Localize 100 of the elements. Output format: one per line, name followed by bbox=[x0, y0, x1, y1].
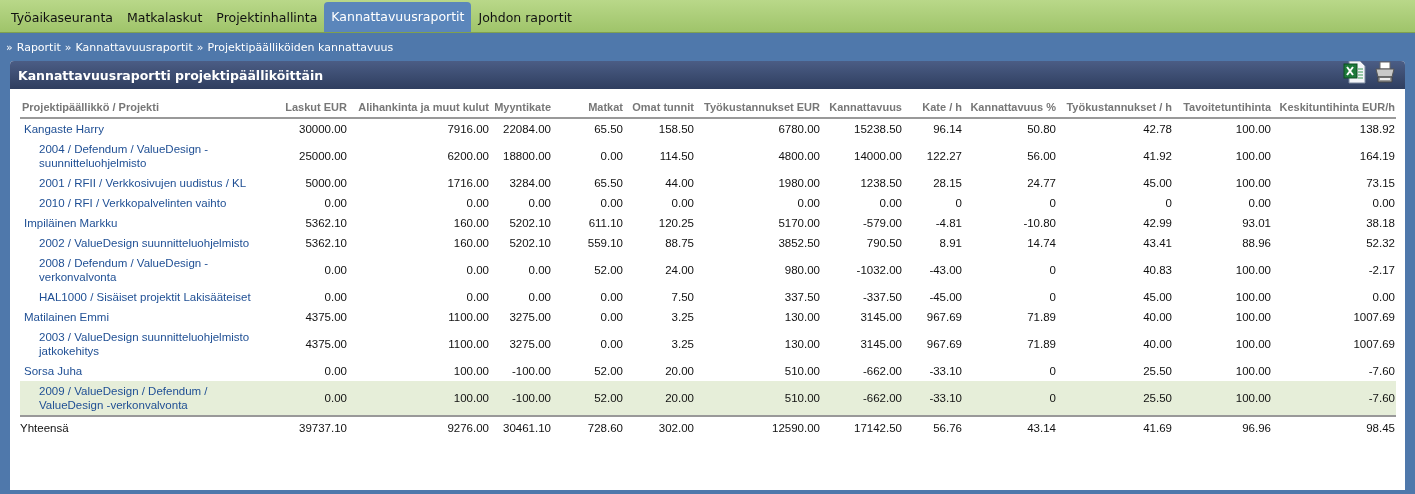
table-cell-text: -2.17 bbox=[1367, 263, 1396, 278]
table-cell-text: 88.75 bbox=[664, 236, 695, 251]
table-cell: 22084.00 bbox=[490, 118, 552, 139]
table-cell: -33.10 bbox=[903, 361, 963, 381]
table-cell: -662.00 bbox=[821, 361, 903, 381]
manager-link[interactable]: Matilainen Emmi bbox=[20, 307, 275, 327]
table-cell-text: 14000.00 bbox=[853, 149, 903, 164]
table-cell-text: 5362.10 bbox=[304, 236, 348, 251]
table-cell-text: 0.00 bbox=[1371, 196, 1396, 211]
breadcrumb-separator: » bbox=[196, 41, 204, 54]
table-cell-text: 4375.00 bbox=[304, 310, 348, 325]
table-cell: 0 bbox=[963, 381, 1057, 416]
table-cell-text: 0.00 bbox=[465, 196, 490, 211]
table-cell: 50.80 bbox=[963, 118, 1057, 139]
breadcrumb-link[interactable]: Raportit bbox=[16, 41, 61, 54]
project-link[interactable]: 2003 / ValueDesign suunnitteluohjelmisto jatkokehitys bbox=[20, 327, 275, 361]
table-cell-text: 1716.00 bbox=[446, 176, 490, 191]
table-cell-text: 40.83 bbox=[1142, 263, 1173, 278]
table-cell-text: 0.00 bbox=[527, 290, 552, 305]
table-cell: 0.00 bbox=[275, 361, 348, 381]
table-cell-text: -45.00 bbox=[928, 290, 963, 305]
table-row[interactable]: Impiläinen Markku 5362.10 160.00 5202.10 611.10 120.25 5170.00 -579.00 -4.81 -10.80 42.99 93.01 38.18 bbox=[20, 213, 1396, 233]
table-cell-text: 5000.00 bbox=[304, 176, 348, 191]
printer-icon[interactable] bbox=[1373, 61, 1397, 84]
table-cell-text: 559.10 bbox=[586, 236, 624, 251]
table-cell-text: 967.69 bbox=[925, 310, 963, 325]
excel-icon[interactable] bbox=[1343, 61, 1367, 84]
project-link[interactable]: HAL1000 / Sisäiset projektit Lakisääteiset bbox=[20, 287, 275, 307]
table-row[interactable]: Matilainen Emmi 4375.00 1100.00 3275.00 0.00 3.25 130.00 3145.00 967.69 71.89 40.00 100.00 1007.69 bbox=[20, 307, 1396, 327]
project-link[interactable]: 2010 / RFI / Verkkopalvelinten vaihto bbox=[20, 193, 275, 213]
table-row[interactable]: 2003 / ValueDesign suunnitteluohjelmisto jatkokehitys 4375.00 1100.00 3275.00 0.00 3.25 130.00 3145.00 967.69 71.89 40.00 100.00 1007.69 bbox=[20, 327, 1396, 361]
column-header: Kannattavuus % bbox=[963, 97, 1057, 118]
table-cell-text: 790.50 bbox=[865, 236, 903, 251]
table-cell-text: 3.25 bbox=[670, 310, 695, 325]
nav-tab[interactable]: Matkalaskut bbox=[119, 4, 210, 32]
table-row[interactable]: 2008 / Defendum / ValueDesign -verkonvalvonta 0.00 0.00 0.00 52.00 24.00 980.00 -1032.00 -43.00 0 40.83 100.00 -2.17 bbox=[20, 253, 1396, 287]
column-header: Kate / h bbox=[903, 97, 963, 118]
table-row[interactable]: 2010 / RFI / Verkkopalvelinten vaihto 0.00 0.00 0.00 0.00 0.00 0.00 0.00 0 0 0 0.00 0.00 bbox=[20, 193, 1396, 213]
table-cell-text: 25000.00 bbox=[298, 149, 348, 164]
table-cell: 0 bbox=[963, 361, 1057, 381]
table-cell-text: -10.80 bbox=[1022, 216, 1057, 231]
table-row[interactable]: 2004 / Defendum / ValueDesign -suunnitteluohjelmisto 25000.00 6200.00 18800.00 0.00 114.50 4800.00 14000.00 122.27 56.00 41.92 100.00 164.19 bbox=[20, 139, 1396, 173]
manager-link[interactable]: Kangaste Harry bbox=[20, 118, 275, 139]
table-cell: 138.92 bbox=[1272, 118, 1396, 139]
table-cell-text: 0.00 bbox=[670, 196, 695, 211]
table-cell-text: 7.50 bbox=[670, 290, 695, 305]
table-row[interactable]: Sorsa Juha 0.00 100.00 -100.00 52.00 20.00 510.00 -662.00 -33.10 0 25.50 100.00 -7.60 bbox=[20, 361, 1396, 381]
table-cell-text: 0.00 bbox=[796, 196, 821, 211]
table-cell: 20.00 bbox=[624, 381, 695, 416]
manager-link[interactable]: Sorsa Juha bbox=[20, 361, 275, 381]
table-cell: 52.00 bbox=[552, 381, 624, 416]
table-cell-text: 100.00 bbox=[1234, 290, 1272, 305]
column-header: Kannattavuus bbox=[821, 97, 903, 118]
column-header: Matkat bbox=[552, 97, 624, 118]
total-cell: 98.45 bbox=[1272, 416, 1396, 438]
table-cell: 100.00 bbox=[1173, 361, 1272, 381]
table-cell-text: 0.00 bbox=[599, 196, 624, 211]
project-link[interactable]: 2009 / ValueDesign / Defendum / ValueDesign -verkonvalvonta bbox=[20, 381, 275, 416]
project-link[interactable]: 2004 / Defendum / ValueDesign -suunnitteluohjelmisto bbox=[20, 139, 275, 173]
table-cell-text: 71.89 bbox=[1026, 310, 1057, 325]
column-header: Keskituntihinta EUR/h bbox=[1272, 97, 1396, 118]
table-cell-text: 0.00 bbox=[465, 290, 490, 305]
total-cell: 12590.00 bbox=[695, 416, 821, 438]
table-cell-text: 73.15 bbox=[1365, 176, 1396, 191]
total-cell: 9276.00 bbox=[348, 416, 490, 438]
table-row[interactable]: Kangaste Harry 30000.00 7916.00 22084.00 65.50 158.50 6780.00 15238.50 96.14 50.80 42.78 100.00 138.92 bbox=[20, 118, 1396, 139]
table-row[interactable]: HAL1000 / Sisäiset projektit Lakisääteiset 0.00 0.00 0.00 0.00 7.50 337.50 -337.50 -45.00 0 45.00 100.00 0.00 bbox=[20, 287, 1396, 307]
project-link[interactable]: 2008 / Defendum / ValueDesign -verkonvalvonta bbox=[20, 253, 275, 287]
table-cell: 65.50 bbox=[552, 118, 624, 139]
table-cell-text: 3.25 bbox=[670, 337, 695, 352]
breadcrumb-link[interactable]: Kannattavuusraportit bbox=[75, 41, 193, 54]
project-link[interactable]: 2001 / RFII / Verkkosivujen uudistus / KL bbox=[20, 173, 275, 193]
table-cell: 100.00 bbox=[1173, 118, 1272, 139]
table-row[interactable]: 2001 / RFII / Verkkosivujen uudistus / KL 5000.00 1716.00 3284.00 65.50 44.00 1980.00 1238.50 28.15 24.77 45.00 100.00 73.15 bbox=[20, 173, 1396, 193]
table-cell-text: 6200.00 bbox=[446, 149, 490, 164]
table-cell: 100.00 bbox=[348, 381, 490, 416]
nav-tab[interactable]: Johdon raportit bbox=[471, 4, 579, 32]
table-cell-text: 1007.69 bbox=[1352, 310, 1396, 325]
table-cell-text: 100.00 bbox=[1234, 337, 1272, 352]
table-row[interactable]: 2002 / ValueDesign suunnitteluohjelmisto 5362.10 160.00 5202.10 559.10 88.75 3852.50 790.50 8.91 14.74 43.41 88.96 52.32 bbox=[20, 233, 1396, 253]
project-link[interactable]: 2002 / ValueDesign suunnitteluohjelmisto bbox=[20, 233, 275, 253]
total-cell: 56.76 bbox=[903, 416, 963, 438]
table-cell-text: 130.00 bbox=[783, 337, 821, 352]
table-cell-text: 3852.50 bbox=[777, 236, 821, 251]
table-cell-text: 0.00 bbox=[1371, 290, 1396, 305]
table-cell-text: 1007.69 bbox=[1352, 337, 1396, 352]
table-cell-text: 40.00 bbox=[1142, 337, 1173, 352]
table-cell-text: 0.00 bbox=[878, 196, 903, 211]
table-cell-text: 38.18 bbox=[1365, 216, 1396, 231]
table-cell-text: 18800.00 bbox=[502, 149, 552, 164]
table-cell-text: 611.10 bbox=[587, 216, 624, 231]
nav-tab[interactable]: Projektinhallinta bbox=[209, 4, 325, 32]
table-cell-text: 5170.00 bbox=[777, 216, 821, 231]
table-cell-text: 24.77 bbox=[1026, 176, 1057, 191]
column-header: Tavoitetuntihinta bbox=[1173, 97, 1272, 118]
breadcrumb-link[interactable]: Projektipäälliköiden kannattavuus bbox=[207, 41, 394, 54]
nav-tab[interactable]: Työaikaseuranta bbox=[4, 4, 120, 32]
manager-link[interactable]: Impiläinen Markku bbox=[20, 213, 275, 233]
table-cell: 25.50 bbox=[1057, 361, 1173, 381]
nav-tab[interactable]: Kannattavuusraportit bbox=[324, 2, 472, 32]
